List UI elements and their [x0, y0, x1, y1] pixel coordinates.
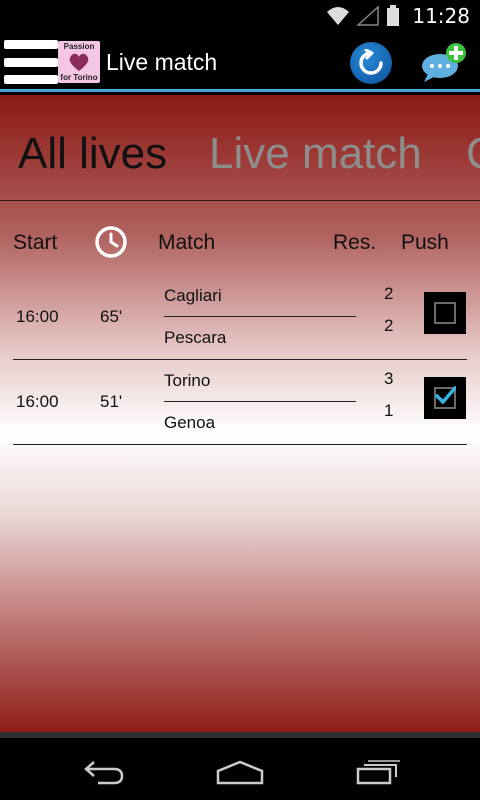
recents-button[interactable] [350, 756, 404, 788]
home-score: 3 [384, 369, 394, 388]
away-team: Pescara [164, 328, 227, 347]
chat-add-icon[interactable] [420, 42, 468, 84]
refresh-button[interactable] [350, 42, 392, 84]
check-icon [435, 386, 456, 404]
clock-icon [95, 226, 127, 258]
heart-icon [69, 53, 89, 71]
away-team: Genoa [164, 413, 216, 432]
hamburger-menu-icon[interactable] [4, 38, 58, 86]
battery-icon [387, 5, 400, 26]
header-result: Res. [333, 231, 377, 254]
signal-icon [356, 5, 380, 26]
back-button[interactable] [76, 756, 130, 788]
main-content: All lives Live match C Start Match Res. … [0, 95, 480, 732]
app-logo: Passion for Torino [58, 41, 100, 83]
header-start: Start [13, 231, 58, 254]
away-score: 1 [384, 401, 394, 420]
header-match: Match [158, 231, 216, 254]
home-score: 2 [384, 284, 394, 303]
back-icon [84, 761, 124, 785]
match-start-time: 16:00 [16, 392, 59, 411]
action-bar: Passion for Torino Live match [0, 32, 480, 92]
navigation-bar [0, 732, 480, 800]
checkbox-checked [434, 386, 456, 409]
logo-text-top: Passion [63, 42, 95, 51]
push-checkbox[interactable] [424, 377, 466, 419]
tab-strip[interactable]: All lives Live match C [0, 129, 480, 189]
match-minute: 65' [100, 307, 123, 326]
status-time: 11:28 [412, 4, 470, 28]
home-icon [216, 760, 264, 785]
match-start-time: 16:00 [16, 307, 59, 326]
team-divider [164, 401, 356, 402]
checkbox-unchecked [434, 302, 456, 324]
recents-icon [356, 760, 400, 785]
tabs-divider [0, 200, 480, 201]
match-row[interactable]: 16:00 65' Cagliari Pescara 2 2 [13, 274, 467, 358]
wifi-icon [327, 7, 350, 25]
tab-live-match[interactable]: Live match [209, 129, 422, 179]
tab-all-lives[interactable]: All lives [18, 129, 167, 179]
row-divider [13, 444, 467, 445]
home-team: Torino [164, 371, 211, 390]
home-button[interactable] [213, 756, 267, 788]
logo-text-bottom: for Torino [60, 73, 98, 82]
match-minute: 51' [100, 392, 123, 411]
header-push: Push [401, 231, 449, 254]
team-divider [164, 316, 356, 317]
page-title: Live match [106, 49, 218, 75]
match-row[interactable]: 16:00 51' Torino Genoa 3 1 [13, 359, 467, 443]
tab-next-partial[interactable]: C [466, 129, 480, 179]
push-checkbox[interactable] [424, 292, 466, 334]
away-score: 2 [384, 316, 394, 335]
refresh-icon [359, 49, 383, 75]
home-team: Cagliari [164, 286, 222, 305]
status-bar: 11:28 [0, 0, 480, 32]
